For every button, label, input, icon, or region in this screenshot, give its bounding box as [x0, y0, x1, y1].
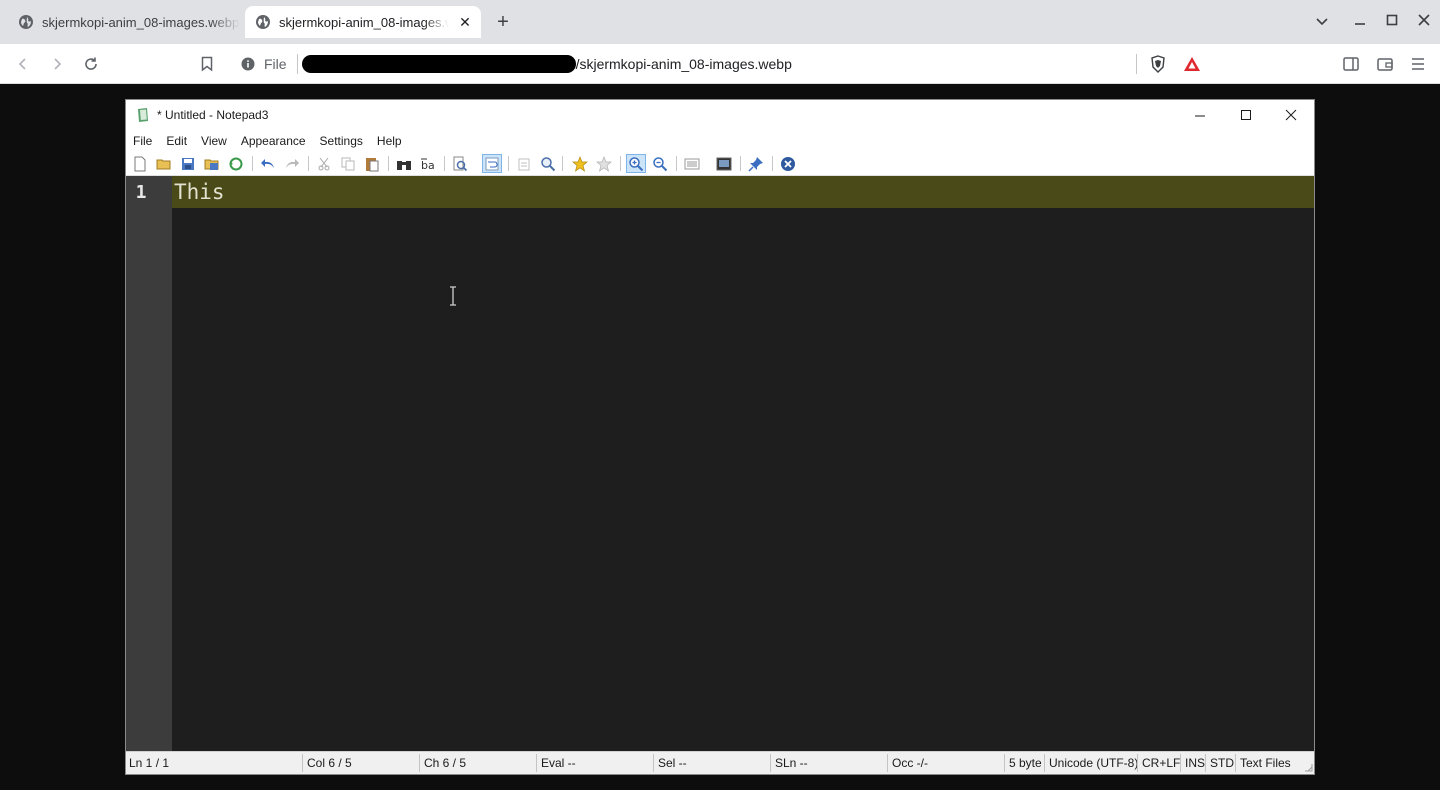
- zoom-in-icon[interactable]: [626, 154, 646, 173]
- status-eval[interactable]: Eval --: [538, 752, 576, 774]
- redo-icon[interactable]: [282, 154, 302, 173]
- line-number: 1: [135, 182, 147, 203]
- browser-tab-active[interactable]: skjermkopi-anim_08-images.webp ✕: [245, 6, 481, 38]
- text-cursor-ibeam-icon: [450, 286, 456, 306]
- exit-icon[interactable]: [778, 154, 798, 173]
- maximize-window-icon[interactable]: [1382, 12, 1402, 32]
- tab-title: skjermkopi-anim_08-images.webp: [279, 14, 449, 30]
- current-line-highlight: [172, 176, 1314, 208]
- notepad-menubar: File Edit View Appearance Settings Help: [126, 130, 1314, 151]
- menu-appearance[interactable]: Appearance: [234, 134, 313, 148]
- browser-tab-inactive[interactable]: skjermkopi-anim_08-images.webp: [8, 6, 240, 38]
- add-favorite-star-icon[interactable]: [570, 154, 590, 173]
- notepad-toolbar: ba: [126, 151, 1314, 176]
- paste-icon[interactable]: [362, 154, 382, 173]
- replace-icon[interactable]: ba: [418, 154, 438, 173]
- browser-tab-strip: skjermkopi-anim_08-images.webp skjermkop…: [0, 0, 1440, 44]
- editor-line-text[interactable]: This: [174, 180, 225, 204]
- menu-icon[interactable]: [1407, 53, 1429, 75]
- new-file-icon[interactable]: [130, 154, 150, 173]
- menu-edit[interactable]: Edit: [159, 134, 194, 148]
- menu-settings[interactable]: Settings: [313, 134, 370, 148]
- notepad3-app-icon: [138, 108, 148, 122]
- always-on-top-pin-icon[interactable]: [746, 154, 766, 173]
- tab-search-chevron-icon[interactable]: [1312, 12, 1332, 32]
- globe-icon: [19, 15, 33, 29]
- goto-line-icon[interactable]: [514, 154, 534, 173]
- address-bar[interactable]: File /skjermkopi-anim_08-images.webp: [230, 48, 1210, 80]
- svg-text:ba: ba: [421, 159, 435, 171]
- menu-view[interactable]: View: [194, 134, 234, 148]
- omnibox-divider: [296, 54, 298, 74]
- url-text[interactable]: /skjermkopi-anim_08-images.webp: [576, 56, 792, 72]
- forward-arrow-icon[interactable]: [46, 53, 68, 75]
- status-eol[interactable]: CR+LF: [1139, 752, 1180, 774]
- browser-toolbar: File /skjermkopi-anim_08-images.webp: [0, 44, 1440, 84]
- bookmark-icon[interactable]: [196, 53, 218, 75]
- close-window-icon[interactable]: [1414, 12, 1434, 32]
- url-scheme-label: File: [264, 56, 287, 72]
- status-insert-mode[interactable]: INS: [1182, 752, 1205, 774]
- notepad-close-icon[interactable]: [1268, 100, 1314, 130]
- favorites-star-icon[interactable]: [594, 154, 614, 173]
- zoom-search-icon[interactable]: [538, 154, 558, 173]
- minimize-window-icon[interactable]: [1350, 12, 1370, 32]
- wallet-icon[interactable]: [1374, 53, 1396, 75]
- reload-icon[interactable]: [80, 53, 102, 75]
- status-character[interactable]: Ch 6 / 5: [421, 752, 466, 774]
- reload-file-icon[interactable]: [226, 154, 246, 173]
- menu-file[interactable]: File: [126, 134, 159, 148]
- status-bar: Ln 1 / 1 Col 6 / 5 Ch 6 / 5 Eval -- Sel …: [126, 751, 1314, 774]
- site-info-icon[interactable]: [240, 56, 256, 72]
- resize-grip-icon[interactable]: [1304, 763, 1313, 772]
- status-selected-lines[interactable]: SLn --: [772, 752, 808, 774]
- globe-icon: [256, 15, 270, 29]
- cut-icon[interactable]: [314, 154, 334, 173]
- status-file-type[interactable]: Text Files: [1237, 752, 1291, 774]
- save-icon[interactable]: [178, 154, 198, 173]
- redacted-path: [301, 55, 576, 73]
- window-title: * Untitled - Notepad3: [157, 108, 269, 122]
- sidebar-toggle-icon[interactable]: [1340, 53, 1362, 75]
- find-in-files-icon[interactable]: [450, 154, 470, 173]
- open-folder-icon[interactable]: [154, 154, 174, 173]
- customize-schemes-icon[interactable]: [714, 154, 734, 173]
- status-encoding[interactable]: Unicode (UTF-8): [1046, 752, 1138, 774]
- word-wrap-icon[interactable]: [482, 154, 502, 173]
- status-line[interactable]: Ln 1 / 1: [126, 752, 169, 774]
- editor-area[interactable]: 1 This: [126, 176, 1314, 751]
- menu-help[interactable]: Help: [370, 134, 409, 148]
- zoom-out-icon[interactable]: [650, 154, 670, 173]
- status-occurrences[interactable]: Occ -/-: [889, 752, 928, 774]
- tab-close-icon[interactable]: ✕: [455, 12, 475, 32]
- find-binoculars-icon[interactable]: [394, 154, 414, 173]
- line-number-gutter: [126, 176, 172, 751]
- omnibox-divider: [1136, 54, 1137, 74]
- notepad-titlebar[interactable]: * Untitled - Notepad3: [126, 100, 1314, 130]
- schemes-icon[interactable]: [682, 154, 702, 173]
- back-arrow-icon[interactable]: [12, 53, 34, 75]
- new-tab-button[interactable]: +: [492, 12, 514, 34]
- notepad3-window: * Untitled - Notepad3 File Edit View App…: [125, 99, 1315, 775]
- tab-title: skjermkopi-anim_08-images.webp: [42, 14, 240, 30]
- status-file-size[interactable]: 5 byte: [1006, 752, 1042, 774]
- notepad-maximize-icon[interactable]: [1223, 100, 1269, 130]
- brave-rewards-icon[interactable]: [1181, 53, 1203, 75]
- status-selection[interactable]: Sel --: [655, 752, 687, 774]
- save-as-icon[interactable]: [202, 154, 222, 173]
- undo-icon[interactable]: [258, 154, 278, 173]
- status-std[interactable]: STD: [1207, 752, 1234, 774]
- status-column[interactable]: Col 6 / 5: [304, 752, 352, 774]
- notepad-minimize-icon[interactable]: [1177, 100, 1223, 130]
- brave-shields-icon[interactable]: [1147, 53, 1169, 75]
- copy-icon[interactable]: [338, 154, 358, 173]
